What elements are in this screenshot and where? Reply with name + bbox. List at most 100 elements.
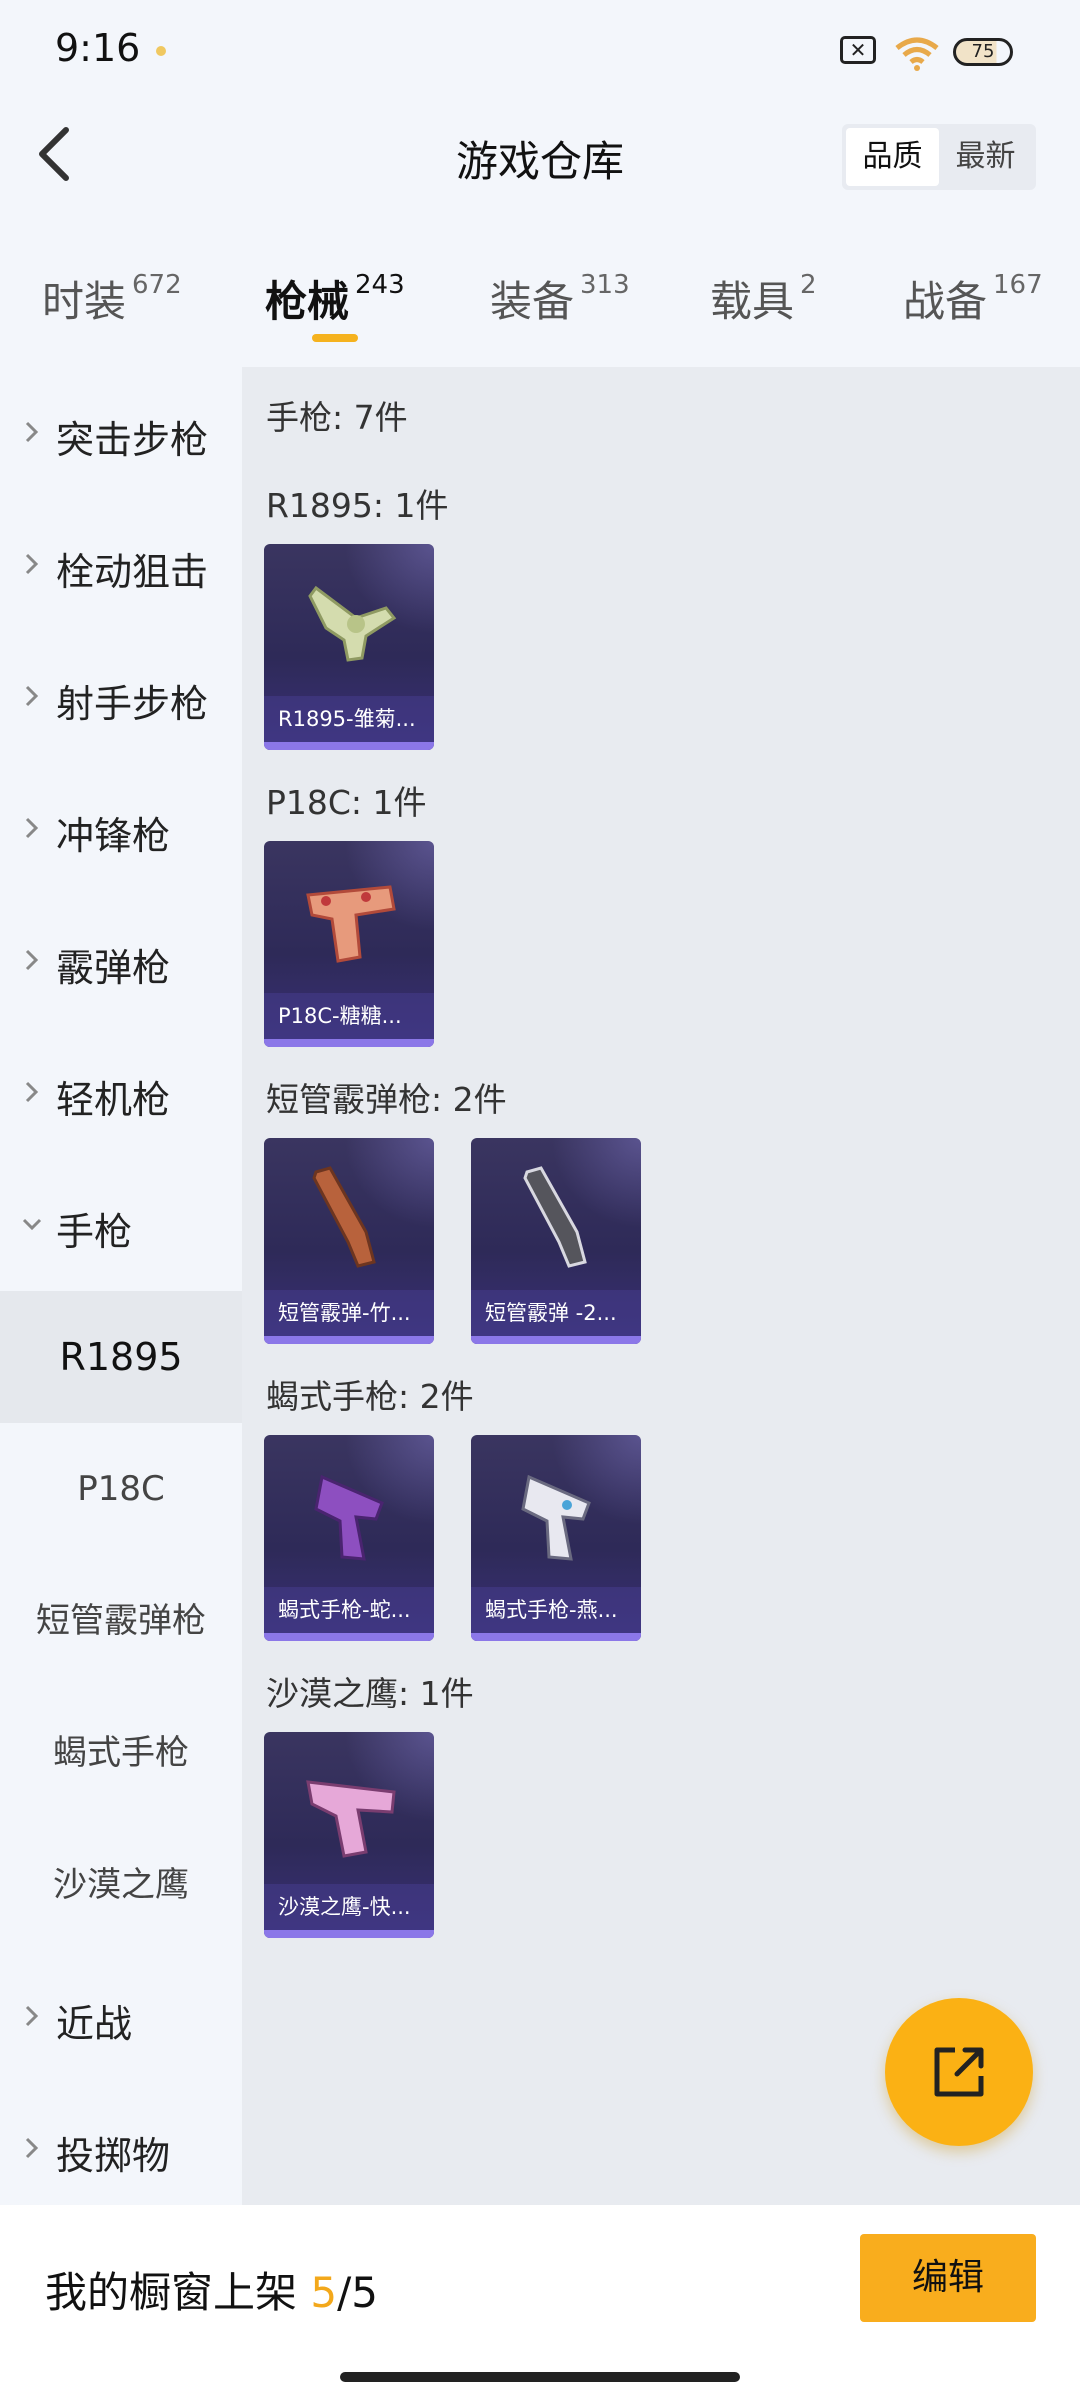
chevron-right-icon	[25, 817, 39, 839]
group-title: R1895: 1件	[266, 486, 449, 525]
rarity-bar	[471, 1336, 641, 1344]
item-name: P18C-糖糖...	[264, 993, 434, 1039]
sort-toggle: 品质 最新	[842, 124, 1036, 190]
group-title: 短管霰弹枪: 2件	[266, 1080, 507, 1119]
smg-icon	[314, 1474, 384, 1561]
group-title: 蝎式手枪: 2件	[266, 1377, 474, 1416]
smg-icon	[521, 1474, 591, 1561]
home-indicator[interactable]	[340, 2372, 740, 2382]
tab-fashion[interactable]: 时装 672	[42, 268, 182, 329]
sidebar-item-smg[interactable]: 冲锋枪	[0, 763, 242, 895]
rarity-bar	[264, 1336, 434, 1344]
tab-label: 战备	[903, 277, 988, 326]
tab-label: 时装	[42, 277, 127, 326]
pistol-icon	[306, 1780, 396, 1858]
shotgun-icon	[523, 1166, 587, 1268]
chevron-right-icon	[25, 949, 39, 971]
sidebar-item-label: 近战	[56, 2002, 133, 2046]
tab-count: 672	[132, 270, 182, 300]
item-name: 短管霰弹 -2...	[471, 1290, 641, 1336]
sidebar-sub-item-r1895[interactable]: R1895	[0, 1291, 242, 1423]
sim-icon: ✕	[840, 36, 876, 64]
tab-equipment[interactable]: 装备 313	[490, 268, 630, 329]
chevron-right-icon	[25, 553, 39, 575]
sidebar-item-melee[interactable]: 近战	[0, 1951, 242, 2083]
status-time: 9:16	[55, 26, 141, 70]
item-name: 蝎式手枪-燕...	[471, 1587, 641, 1633]
sidebar: 突击步枪 栓动狙击 射手步枪 冲锋枪 霰弹枪 轻机枪 手枪 R1895 P18C…	[0, 367, 242, 2205]
shotgun-icon	[312, 1166, 376, 1268]
tab-label: 枪械	[265, 277, 350, 326]
status-bar: 9:16 ✕ 75	[0, 0, 1080, 100]
item-card[interactable]: 蝎式手枪-蛇...	[264, 1435, 434, 1641]
item-name: 沙漠之鹰-快...	[264, 1884, 434, 1930]
sidebar-item-marksman-rifle[interactable]: 射手步枪	[0, 631, 242, 763]
tab-firearms[interactable]: 枪械 243	[265, 268, 405, 329]
sidebar-item-lmg[interactable]: 轻机枪	[0, 1027, 242, 1159]
sidebar-item-label: 手枪	[56, 1210, 133, 1254]
notification-dot-icon	[156, 46, 166, 56]
group-title: P18C: 1件	[266, 783, 427, 822]
chevron-right-icon	[25, 1081, 39, 1103]
showcase-current: 5	[310, 2268, 338, 2317]
chevron-right-icon	[25, 2005, 39, 2027]
showcase-status: 我的橱窗上架 5/5	[45, 2259, 378, 2320]
header: 游戏仓库 品质 最新	[0, 100, 1080, 210]
chevron-right-icon	[25, 2137, 39, 2159]
tab-count: 167	[993, 270, 1043, 300]
tab-supplies[interactable]: 战备 167	[903, 268, 1043, 329]
sidebar-item-pistol[interactable]: 手枪	[0, 1159, 242, 1291]
rarity-bar	[264, 1039, 434, 1047]
sort-quality-button[interactable]: 品质	[846, 128, 939, 186]
item-card[interactable]: 蝎式手枪-燕...	[471, 1435, 641, 1641]
item-name: 蝎式手枪-蛇...	[264, 1587, 434, 1633]
chevron-right-icon	[25, 421, 39, 443]
wifi-icon	[895, 37, 939, 71]
item-card[interactable]: R1895-雏菊...	[264, 544, 434, 750]
item-card[interactable]: P18C-糖糖...	[264, 841, 434, 1047]
sidebar-item-shotgun[interactable]: 霰弹枪	[0, 895, 242, 1027]
sidebar-sub-item-sawed-off[interactable]: 短管霰弹枪	[0, 1555, 242, 1687]
revolver-icon	[308, 585, 397, 662]
pistol-icon	[306, 885, 396, 963]
sidebar-item-label: 投掷物	[56, 2134, 171, 2178]
tab-label: 载具	[710, 277, 795, 326]
tab-vehicles[interactable]: 载具 2	[710, 268, 817, 329]
item-name: 短管霰弹-竹...	[264, 1290, 434, 1336]
item-card[interactable]: 沙漠之鹰-快...	[264, 1732, 434, 1938]
sidebar-sub-item-p18c[interactable]: P18C	[0, 1423, 242, 1555]
battery-level: 75	[971, 41, 995, 62]
chevron-right-icon	[25, 685, 39, 707]
rarity-bar	[264, 1930, 434, 1938]
rarity-bar	[264, 1633, 434, 1641]
showcase-total: /5	[337, 2268, 378, 2317]
share-button[interactable]	[885, 1998, 1033, 2146]
sidebar-sub-item-desert-eagle[interactable]: 沙漠之鹰	[0, 1819, 242, 1951]
sidebar-item-label: 冲锋枪	[56, 814, 171, 858]
item-card[interactable]: 短管霰弹-竹...	[264, 1138, 434, 1344]
sidebar-item-label: 突击步枪	[56, 418, 209, 462]
sidebar-item-bolt-sniper[interactable]: 栓动狙击	[0, 499, 242, 631]
sort-newest-button[interactable]: 最新	[939, 128, 1032, 186]
sidebar-item-label: 轻机枪	[56, 1078, 171, 1122]
sidebar-item-label: 射手步枪	[56, 682, 209, 726]
tab-count: 243	[355, 270, 405, 300]
tab-count: 2	[800, 270, 817, 300]
sidebar-item-throwables[interactable]: 投掷物	[0, 2083, 242, 2215]
sidebar-item-label: 栓动狙击	[56, 550, 209, 594]
bottom-bar: 我的橱窗上架 5/5 编辑	[0, 2205, 1080, 2400]
item-name: R1895-雏菊...	[264, 696, 434, 742]
tab-count: 313	[580, 270, 630, 300]
battery-icon: 75	[953, 38, 1013, 66]
edit-button[interactable]: 编辑	[860, 2234, 1036, 2322]
chevron-down-icon	[22, 1218, 42, 1231]
category-tabs: 时装 672 枪械 243 装备 313 载具 2 战备 167	[0, 250, 1080, 350]
tab-indicator	[312, 334, 358, 342]
item-grid: 手枪: 7件 R1895: 1件 R1895-雏菊... P18C: 1件 P1…	[242, 367, 1080, 2205]
sidebar-item-assault-rifle[interactable]: 突击步枪	[0, 367, 242, 499]
rarity-bar	[471, 1633, 641, 1641]
showcase-label: 我的橱窗上架	[45, 2268, 311, 2317]
sidebar-sub-item-scorpion[interactable]: 蝎式手枪	[0, 1687, 242, 1819]
item-card[interactable]: 短管霰弹 -2...	[471, 1138, 641, 1344]
sidebar-item-label: 霰弹枪	[56, 946, 171, 990]
